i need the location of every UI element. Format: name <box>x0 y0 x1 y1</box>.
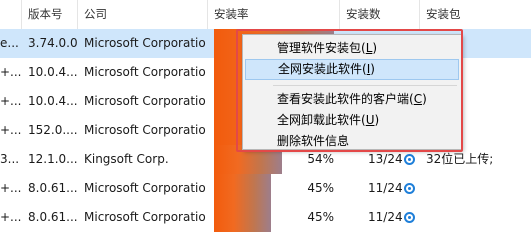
header-col-version[interactable]: 版本号 <box>22 0 78 29</box>
row-mark: 3... <box>0 152 20 166</box>
row-mark: +... <box>0 123 22 137</box>
row-company: Microsoft Corporatio <box>84 210 206 224</box>
row-count: 11/24 <box>368 210 403 224</box>
menu-item-delete-info[interactable]: 删除软件信息 <box>245 131 459 152</box>
table-header: 版本号 公司 安装率 安装数 安装包 <box>0 0 531 30</box>
row-version: 12.1.0.... <box>28 152 78 166</box>
row-mark: +... <box>0 210 22 224</box>
row-count: 11/24 <box>368 181 403 195</box>
install-rate-bar <box>214 203 271 232</box>
header-col-company[interactable]: 公司 <box>78 0 208 29</box>
row-mark: +... <box>0 181 22 195</box>
row-mark: +... <box>0 94 22 108</box>
row-rate: 45% <box>307 210 334 224</box>
table-row[interactable]: +... 8.0.61... Microsoft Corporatio 45% … <box>0 174 531 203</box>
row-rate: 45% <box>307 181 334 195</box>
row-version: 8.0.61... <box>28 181 78 195</box>
table-row[interactable]: +... 8.0.61... Microsoft Corporatio 45% … <box>0 203 531 232</box>
row-mark: e... <box>0 36 19 50</box>
context-menu: 管理软件安装包(L) 全网安装此软件(I) 查看安装此软件的客户端(C) 全网卸… <box>242 34 462 150</box>
row-version: 152.0.... <box>28 123 78 137</box>
install-rate-bar <box>214 174 271 203</box>
view-clients-icon[interactable] <box>404 183 415 194</box>
row-version: 8.0.61... <box>28 210 78 224</box>
header-col-count[interactable]: 安装数 <box>340 0 420 29</box>
header-col-package[interactable]: 安装包 <box>420 0 531 29</box>
menu-item-view-clients[interactable]: 查看安装此软件的客户端(C) <box>245 89 459 110</box>
row-version: 10.0.4... <box>28 65 78 79</box>
header-col-rate[interactable]: 安装率 <box>208 0 340 29</box>
row-company: Microsoft Corporatio <box>84 36 206 50</box>
menu-item-manage-packages[interactable]: 管理软件安装包(L) <box>245 38 459 59</box>
row-mark: +... <box>0 65 22 79</box>
row-version: 3.74.0.0 <box>28 36 78 50</box>
row-company: Microsoft Corporatio <box>84 123 206 137</box>
menu-separator <box>273 85 457 86</box>
view-clients-icon[interactable] <box>404 212 415 223</box>
menu-item-uninstall-all[interactable]: 全网卸载此软件(U) <box>245 110 459 131</box>
header-col-mark[interactable] <box>0 0 22 29</box>
row-company: Kingsoft Corp. <box>84 152 169 166</box>
row-version: 10.0.4... <box>28 94 78 108</box>
row-company: Microsoft Corporatio <box>84 94 206 108</box>
row-company: Microsoft Corporatio <box>84 65 206 79</box>
menu-item-install-all[interactable]: 全网安装此软件(I) <box>245 59 459 80</box>
row-company: Microsoft Corporatio <box>84 181 206 195</box>
view-clients-icon[interactable] <box>404 154 415 165</box>
